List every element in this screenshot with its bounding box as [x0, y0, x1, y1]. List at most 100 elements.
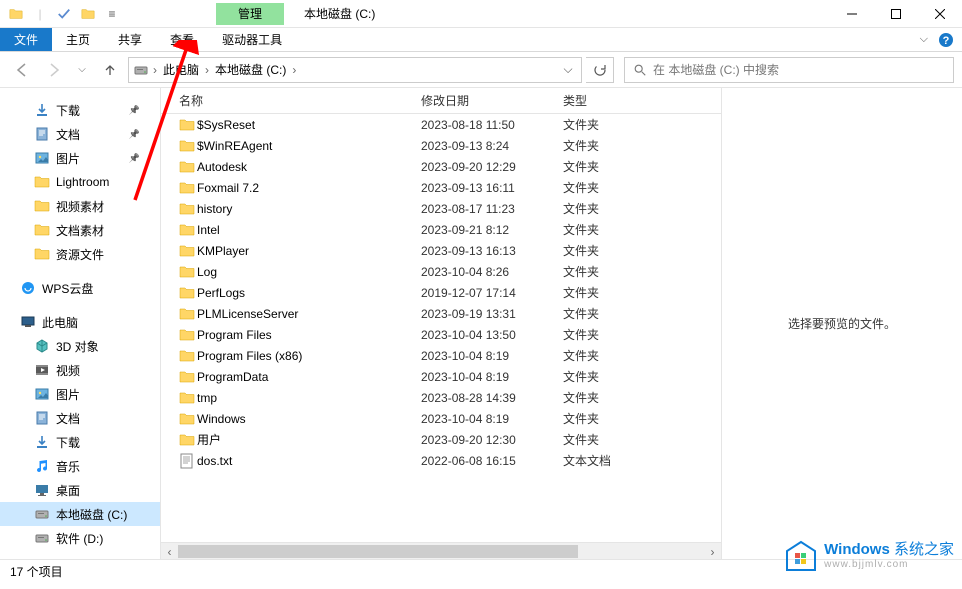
- file-type: 文件夹: [563, 389, 663, 406]
- close-button[interactable]: [918, 0, 962, 28]
- help-icon[interactable]: [938, 32, 954, 48]
- col-type[interactable]: 类型: [563, 92, 663, 109]
- scroll-left-arrow[interactable]: ‹: [161, 543, 178, 560]
- folder-icon: [179, 264, 197, 280]
- file-row[interactable]: Log 2023-10-04 8:26 文件夹: [161, 261, 721, 282]
- sidebar-pc-item[interactable]: 图片: [0, 382, 160, 406]
- sidebar-wps-cloud[interactable]: WPS云盘: [0, 276, 160, 300]
- file-name: Autodesk: [197, 160, 421, 174]
- file-row[interactable]: Program Files 2023-10-04 13:50 文件夹: [161, 324, 721, 345]
- sidebar-quick-item[interactable]: 视频素材: [0, 194, 160, 218]
- sidebar-pc-item[interactable]: 音乐: [0, 454, 160, 478]
- col-date[interactable]: 修改日期: [421, 92, 563, 109]
- folder-icon: [179, 138, 197, 154]
- sidebar-item-label: 图片: [56, 386, 80, 403]
- file-name: ProgramData: [197, 370, 421, 384]
- file-row[interactable]: PerfLogs 2019-12-07 17:14 文件夹: [161, 282, 721, 303]
- 3d-icon: [34, 338, 50, 354]
- tab-home[interactable]: 主页: [52, 28, 104, 51]
- qat-folder-icon[interactable]: [5, 3, 27, 25]
- scroll-right-arrow[interactable]: ›: [704, 543, 721, 560]
- sidebar-this-pc[interactable]: 此电脑: [0, 310, 160, 334]
- file-row[interactable]: Foxmail 7.2 2023-09-13 16:11 文件夹: [161, 177, 721, 198]
- address-dropdown-icon[interactable]: ⌵: [559, 62, 577, 77]
- sidebar-pc-item[interactable]: 3D 对象: [0, 334, 160, 358]
- sidebar-pc-item[interactable]: 软件 (D:): [0, 526, 160, 550]
- minimize-button[interactable]: [830, 0, 874, 28]
- file-row[interactable]: dos.txt 2022-06-08 16:15 文本文档: [161, 450, 721, 471]
- folder-icon: [34, 174, 50, 190]
- file-row[interactable]: PLMLicenseServer 2023-09-19 13:31 文件夹: [161, 303, 721, 324]
- file-name: $WinREAgent: [197, 139, 421, 153]
- file-row[interactable]: 用户 2023-09-20 12:30 文件夹: [161, 429, 721, 450]
- sidebar-quick-item[interactable]: Lightroom: [0, 170, 160, 194]
- nav-forward-button[interactable]: [40, 56, 68, 84]
- sidebar-item-label: 下载: [56, 434, 80, 451]
- nav-recent-dropdown[interactable]: ⌵: [72, 56, 92, 84]
- search-input[interactable]: 在 本地磁盘 (C:) 中搜索: [624, 57, 954, 83]
- sidebar-pc-item[interactable]: 文档: [0, 406, 160, 430]
- file-row[interactable]: tmp 2023-08-28 14:39 文件夹: [161, 387, 721, 408]
- file-row[interactable]: KMPlayer 2023-09-13 16:13 文件夹: [161, 240, 721, 261]
- sidebar-pc-item[interactable]: 本地磁盘 (C:): [0, 502, 160, 526]
- tab-view[interactable]: 查看: [156, 28, 208, 51]
- navigation-pane[interactable]: 下载文档图片Lightroom视频素材文档素材资源文件WPS云盘此电脑3D 对象…: [0, 88, 161, 559]
- qat-check-icon[interactable]: [53, 3, 75, 25]
- sidebar-quick-item[interactable]: 图片: [0, 146, 160, 170]
- sidebar-pc-item[interactable]: 下载: [0, 430, 160, 454]
- file-name: $SysReset: [197, 118, 421, 132]
- breadcrumb-chevron-icon[interactable]: ›: [203, 63, 211, 77]
- download-icon: [34, 434, 50, 450]
- file-row[interactable]: Intel 2023-09-21 8:12 文件夹: [161, 219, 721, 240]
- textfile-icon: [179, 453, 197, 469]
- qat-separator: |: [29, 3, 51, 25]
- window-title: 本地磁盘 (C:): [304, 5, 375, 22]
- file-row[interactable]: $WinREAgent 2023-09-13 8:24 文件夹: [161, 135, 721, 156]
- qat-folder2-icon[interactable]: [77, 3, 99, 25]
- maximize-button[interactable]: [874, 0, 918, 28]
- breadcrumb-chevron-icon[interactable]: ›: [151, 63, 159, 77]
- file-date: 2023-09-19 13:31: [421, 307, 563, 321]
- nav-back-button[interactable]: [8, 56, 36, 84]
- breadcrumb-drive[interactable]: 本地磁盘 (C:): [213, 61, 288, 78]
- status-item-count: 17 个项目: [10, 563, 63, 580]
- tab-drive-tools[interactable]: 驱动器工具: [208, 28, 296, 51]
- file-list[interactable]: $SysReset 2023-08-18 11:50 文件夹 $WinREAge…: [161, 114, 721, 542]
- sidebar-pc-item[interactable]: 桌面: [0, 478, 160, 502]
- sidebar-item-label: Lightroom: [56, 175, 109, 189]
- address-bar[interactable]: › 此电脑 › 本地磁盘 (C:) › ⌵: [128, 57, 582, 83]
- ribbon-expand-icon[interactable]: ⌵: [920, 33, 928, 46]
- refresh-button[interactable]: [586, 57, 614, 83]
- sidebar-item-label: 视频: [56, 362, 80, 379]
- document-icon: [34, 410, 50, 426]
- sidebar-quick-item[interactable]: 文档素材: [0, 218, 160, 242]
- desktop-icon: [34, 482, 50, 498]
- folder-icon: [179, 411, 197, 427]
- file-type: 文件夹: [563, 431, 663, 448]
- contextual-tab-label: 管理: [216, 3, 284, 25]
- breadcrumb-chevron-icon[interactable]: ›: [290, 63, 298, 77]
- sidebar-quick-item[interactable]: 下载: [0, 98, 160, 122]
- file-row[interactable]: ProgramData 2023-10-04 8:19 文件夹: [161, 366, 721, 387]
- nav-up-button[interactable]: [96, 56, 124, 84]
- file-date: 2023-08-17 11:23: [421, 202, 563, 216]
- file-row[interactable]: $SysReset 2023-08-18 11:50 文件夹: [161, 114, 721, 135]
- file-row[interactable]: Autodesk 2023-09-20 12:29 文件夹: [161, 156, 721, 177]
- file-row[interactable]: history 2023-08-17 11:23 文件夹: [161, 198, 721, 219]
- scroll-thumb[interactable]: [178, 545, 578, 558]
- sidebar-quick-item[interactable]: 文档: [0, 122, 160, 146]
- navigation-bar: ⌵ › 此电脑 › 本地磁盘 (C:) › ⌵ 在 本地磁盘 (C:) 中搜索: [0, 52, 962, 88]
- horizontal-scrollbar[interactable]: ‹ ›: [161, 542, 721, 559]
- qat-overflow[interactable]: ≡: [101, 3, 123, 25]
- sidebar-pc-item[interactable]: 视频: [0, 358, 160, 382]
- sidebar-item-label: WPS云盘: [42, 280, 93, 297]
- tab-file[interactable]: 文件: [0, 28, 52, 51]
- file-date: 2023-10-04 8:19: [421, 349, 563, 363]
- breadcrumb-thispc[interactable]: 此电脑: [161, 61, 201, 78]
- col-name[interactable]: 名称: [179, 92, 421, 109]
- tab-share[interactable]: 共享: [104, 28, 156, 51]
- file-row[interactable]: Windows 2023-10-04 8:19 文件夹: [161, 408, 721, 429]
- sidebar-quick-item[interactable]: 资源文件: [0, 242, 160, 266]
- file-date: 2023-09-20 12:29: [421, 160, 563, 174]
- file-row[interactable]: Program Files (x86) 2023-10-04 8:19 文件夹: [161, 345, 721, 366]
